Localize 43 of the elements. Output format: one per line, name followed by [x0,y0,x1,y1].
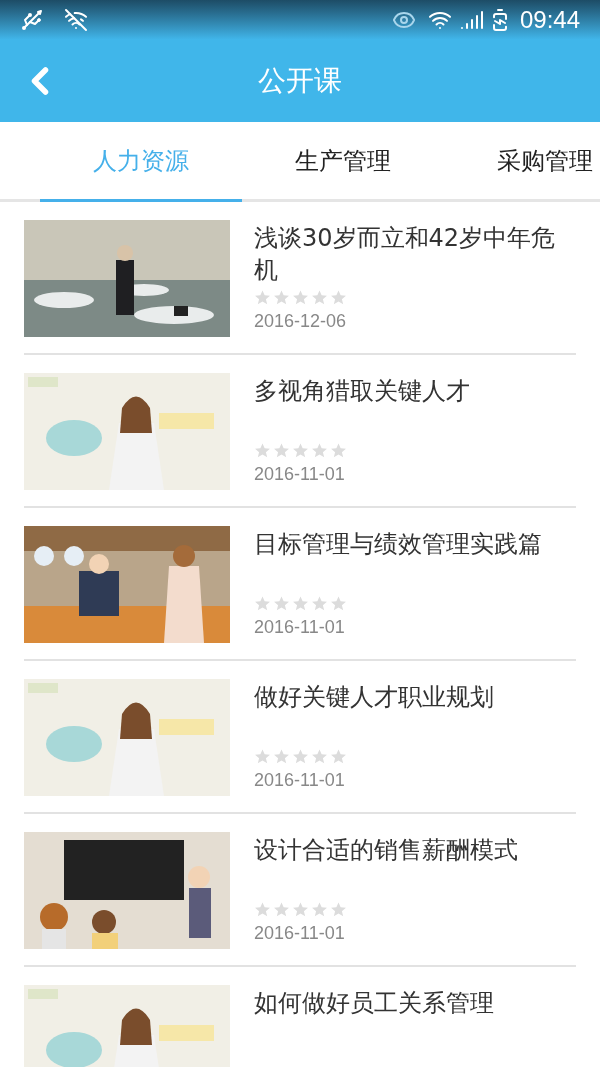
course-date: 2016-11-01 [254,463,346,486]
clock-time: 09:44 [519,5,580,35]
star-icon [311,748,328,765]
course-title[interactable]: 浅谈30岁而立和42岁中年危机 [254,222,576,286]
tab[interactable]: 采购管理 [444,122,600,202]
star-icon [254,901,271,918]
star-icon [311,289,328,306]
star-icon [330,442,347,459]
star-icon [273,901,290,918]
tab[interactable]: 生产管理 [242,122,444,202]
star-icon [311,901,328,918]
page-title: 公开课 [258,63,342,99]
star-icon [273,442,290,459]
star-icon [292,442,309,459]
star-icon [254,748,271,765]
star-icon [330,901,347,918]
star-icon [254,289,271,306]
star-icon [273,748,290,765]
star-icon [292,748,309,765]
star-icon [311,595,328,612]
star-icon [292,289,309,306]
star-icon [273,289,290,306]
course-title[interactable]: 设计合适的销售薪酬模式 [254,834,576,866]
course-title[interactable]: 目标管理与绩效管理实践篇 [254,528,576,560]
usb-icon [20,8,44,32]
course-title[interactable]: 如何做好员工关系管理 [254,987,576,1019]
star-icon [330,595,347,612]
star-icon [273,595,290,612]
wifi-icon [64,8,88,32]
course-date: 2016-11-01 [254,922,346,945]
star-icon [292,901,309,918]
star-icon [330,289,347,306]
signal-icon [459,8,484,32]
star-icon [292,595,309,612]
course-date: 2016-11-01 [254,769,346,792]
star-icon [311,442,328,459]
course-date: 2016-11-01 [254,616,346,639]
course-date: 2016-12-06 [254,310,348,333]
course-title[interactable]: 做好关键人才职业规划 [254,681,576,713]
star-icon [330,748,347,765]
star-icon [254,442,271,459]
star-icon [254,595,271,612]
course-title[interactable]: 多视角猎取关键人才 [254,375,576,407]
